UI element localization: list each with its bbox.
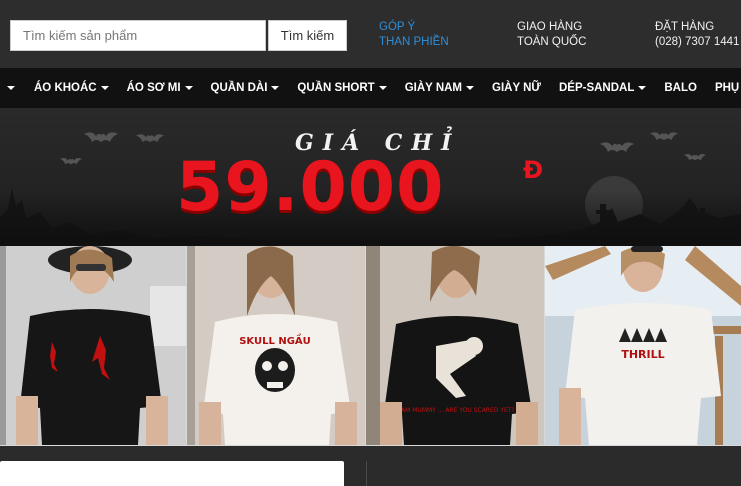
feedback-line-1: GÓP Ý (379, 21, 416, 33)
nav-item-quan-short[interactable]: QUẦN SHORT (288, 82, 395, 94)
shipping-line-1: GIAO HÀNG (517, 21, 583, 33)
nav-item-balo[interactable]: BALO (655, 82, 706, 94)
nav-dropdown-previous[interactable] (0, 86, 25, 90)
bat-icon (650, 132, 678, 141)
nav-item-ao-so-mi[interactable]: ÁO SƠ MI (118, 82, 202, 94)
page: Tìm kiếm GÓP Ý THAN PHIỀN GIAO HÀNG TOÀN… (0, 0, 741, 486)
nav-item-giay-nu[interactable]: GIÀY NỮ (483, 82, 550, 94)
column-divider (366, 461, 367, 486)
product-photo-strip: SKULL NGẦU I AM MUMMY ... ARE YOU SCARED… (0, 246, 741, 446)
product-photo[interactable]: SKULL NGẦU (187, 246, 365, 445)
bat-icon (60, 158, 82, 165)
bat-icon (136, 134, 164, 143)
chevron-down-icon (271, 86, 280, 90)
promo-banner[interactable]: GIÁ CHỈ 59.000 Đ (0, 108, 741, 246)
shipping-info: GIAO HÀNG TOÀN QUỐC (517, 20, 586, 50)
feedback-line-2: THAN PHIỀN (379, 36, 449, 48)
model-photo-image: THRILL (545, 246, 741, 445)
nav-item-giay-nam[interactable]: GIÀY NAM (396, 82, 483, 94)
model-photo-image: SKULL NGẦU (187, 246, 365, 445)
order-hotline[interactable]: ĐẶT HÀNG (028) 7307 1441 (655, 20, 739, 50)
nav-item-dep-sandal[interactable]: DÉP-SANDAL (550, 82, 655, 94)
main-nav: ÁO KHOÁC ÁO SƠ MI QUẦN DÀI QUẦN SHORT GI… (0, 68, 741, 108)
search-input[interactable] (10, 20, 266, 51)
banner-price: 59.000 (176, 148, 445, 227)
bat-icon (684, 154, 706, 161)
feedback-link[interactable]: GÓP Ý THAN PHIỀN (379, 20, 449, 50)
bat-icon (84, 132, 118, 142)
chevron-down-icon (7, 86, 15, 90)
shirt-print-text: THRILL (621, 348, 664, 361)
nav-item-ao-khoac[interactable]: ÁO KHOÁC (25, 82, 118, 94)
chevron-down-icon (378, 86, 387, 90)
shirt-print-text: SKULL NGẦU (239, 333, 311, 347)
order-line-1: ĐẶT HÀNG (655, 21, 715, 33)
banner-currency: Đ (523, 156, 544, 184)
nav-item-quan-dai[interactable]: QUẦN DÀI (202, 82, 289, 94)
bat-icon (600, 142, 634, 152)
model-photo-image (0, 246, 186, 445)
content-card (0, 461, 344, 486)
model-photo-image: I AM MUMMY ... ARE YOU SCARED YET? (366, 246, 544, 445)
shipping-line-2: TOÀN QUỐC (517, 36, 587, 48)
shirt-print-text: I AM MUMMY ... ARE YOU SCARED YET? (397, 407, 514, 414)
top-header: Tìm kiếm GÓP Ý THAN PHIỀN GIAO HÀNG TOÀN… (0, 0, 741, 68)
chevron-down-icon (466, 86, 475, 90)
bottom-section (0, 446, 741, 486)
product-photo[interactable] (0, 246, 186, 445)
nav-item-phu-kien[interactable]: PHỤ KIỆN (706, 82, 741, 94)
chevron-down-icon (100, 86, 109, 90)
chevron-down-icon (184, 86, 193, 90)
product-photo[interactable]: I AM MUMMY ... ARE YOU SCARED YET? (366, 246, 544, 445)
order-phone[interactable]: (028) 7307 1441 (655, 35, 739, 50)
search-button[interactable]: Tìm kiếm (268, 20, 347, 51)
product-photo[interactable]: THRILL (545, 246, 741, 445)
chevron-down-icon (638, 86, 647, 90)
